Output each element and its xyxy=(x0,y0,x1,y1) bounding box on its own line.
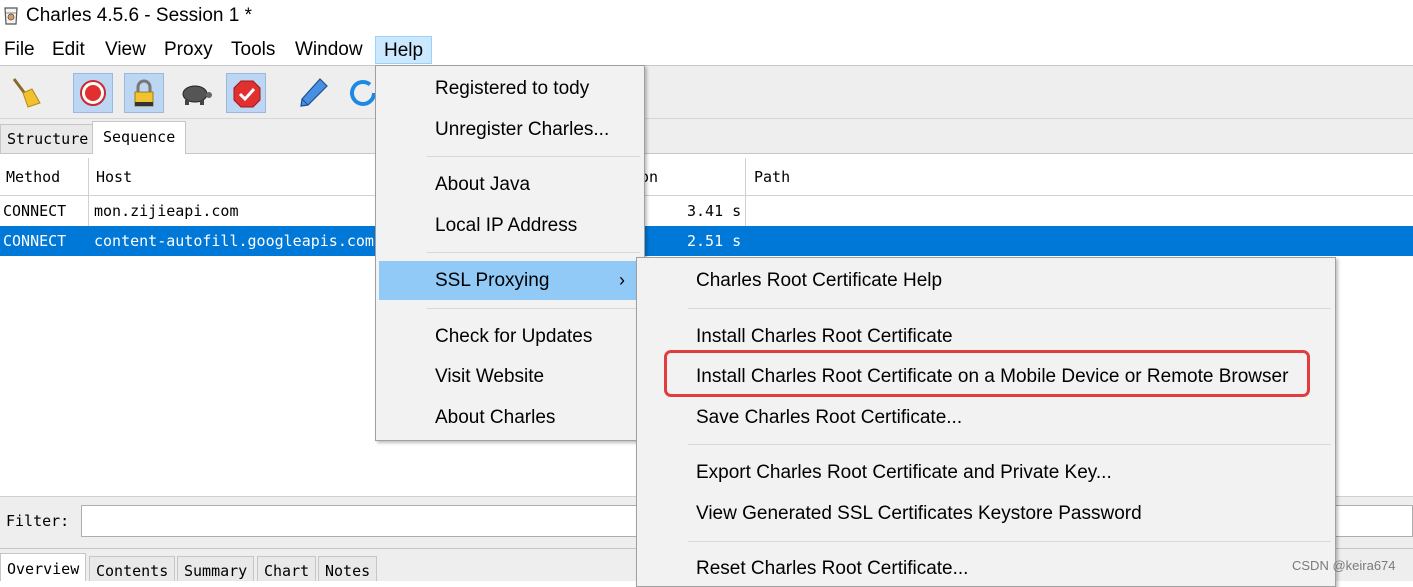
menu-file[interactable]: File xyxy=(4,36,35,64)
menu-item-view-keystore-password[interactable]: View Generated SSL Certificates Keystore… xyxy=(696,503,1142,525)
view-tab-bar xyxy=(0,119,1413,154)
menu-item-local-ip[interactable]: Local IP Address xyxy=(435,215,577,237)
pen-icon[interactable] xyxy=(294,73,334,113)
annotation-highlight-box xyxy=(664,350,1310,397)
menu-separator xyxy=(427,252,640,253)
menu-edit[interactable]: Edit xyxy=(52,36,85,64)
tab-summary[interactable]: Summary xyxy=(177,556,255,581)
lock-icon[interactable] xyxy=(124,73,164,113)
menu-window[interactable]: Window xyxy=(295,36,363,64)
menu-separator xyxy=(688,444,1331,445)
tab-overview[interactable]: Overview xyxy=(0,553,87,581)
menu-tools[interactable]: Tools xyxy=(231,36,275,64)
menu-item-install-root-cert[interactable]: Install Charles Root Certificate xyxy=(696,326,953,348)
column-method[interactable]: Method xyxy=(6,168,60,186)
row-method: CONNECT xyxy=(3,202,67,220)
window-title: Charles 4.5.6 - Session 1 * xyxy=(26,5,253,26)
broom-icon[interactable] xyxy=(6,73,46,113)
menu-item-ssl-proxying-label: SSL Proxying xyxy=(435,270,550,291)
column-path[interactable]: Path xyxy=(754,168,790,186)
menu-separator xyxy=(688,541,1331,542)
tab-contents[interactable]: Contents xyxy=(89,556,176,581)
menu-item-root-cert-help[interactable]: Charles Root Certificate Help xyxy=(696,270,942,292)
menu-view[interactable]: View xyxy=(105,36,146,64)
tab-notes[interactable]: Notes xyxy=(318,556,378,581)
menu-item-visit-website[interactable]: Visit Website xyxy=(435,366,544,388)
tab-chart[interactable]: Chart xyxy=(257,556,317,581)
row-duration: 2.51 s xyxy=(687,232,742,250)
filter-label: Filter: xyxy=(6,512,70,530)
menu-item-reset-root-cert[interactable]: Reset Charles Root Certificate... xyxy=(696,558,968,580)
menu-item-unregister[interactable]: Unregister Charles... xyxy=(435,119,609,141)
toolbar xyxy=(0,65,1413,119)
menu-item-about-charles[interactable]: About Charles xyxy=(435,407,555,429)
tab-structure[interactable]: Structure xyxy=(0,124,96,153)
row-method: CONNECT xyxy=(3,232,67,250)
row-host: mon.zijieapi.com xyxy=(94,202,239,220)
menu-separator xyxy=(688,308,1331,309)
menu-item-check-updates[interactable]: Check for Updates xyxy=(435,326,592,348)
menu-help[interactable]: Help xyxy=(375,36,433,64)
menu-proxy[interactable]: Proxy xyxy=(164,36,213,64)
record-icon[interactable] xyxy=(73,73,113,113)
hexagon-check-icon[interactable] xyxy=(226,73,266,113)
turtle-icon[interactable] xyxy=(175,73,215,113)
table-row[interactable]: CONNECT mon.zijieapi.com 3.41 s xyxy=(0,196,1413,226)
menu-separator xyxy=(427,308,640,309)
menu-item-save-root-cert[interactable]: Save Charles Root Certificate... xyxy=(696,407,962,429)
chevron-right-icon: › xyxy=(619,270,625,290)
charles-app-icon xyxy=(2,6,20,26)
row-duration: 3.41 s xyxy=(687,202,742,220)
menu-separator xyxy=(427,156,640,157)
menu-item-export-cert-key[interactable]: Export Charles Root Certificate and Priv… xyxy=(696,462,1112,484)
menu-item-registered[interactable]: Registered to tody xyxy=(435,78,589,100)
column-host[interactable]: Host xyxy=(96,168,132,186)
table-header xyxy=(0,158,1413,196)
table-row-selected[interactable]: CONNECT content-autofill.googleapis.com … xyxy=(0,226,1413,256)
watermark: CSDN @keira674 xyxy=(1292,558,1396,573)
menu-item-about-java[interactable]: About Java xyxy=(435,174,530,196)
tab-sequence[interactable]: Sequence xyxy=(92,121,187,154)
row-host: content-autofill.googleapis.com xyxy=(94,232,374,250)
